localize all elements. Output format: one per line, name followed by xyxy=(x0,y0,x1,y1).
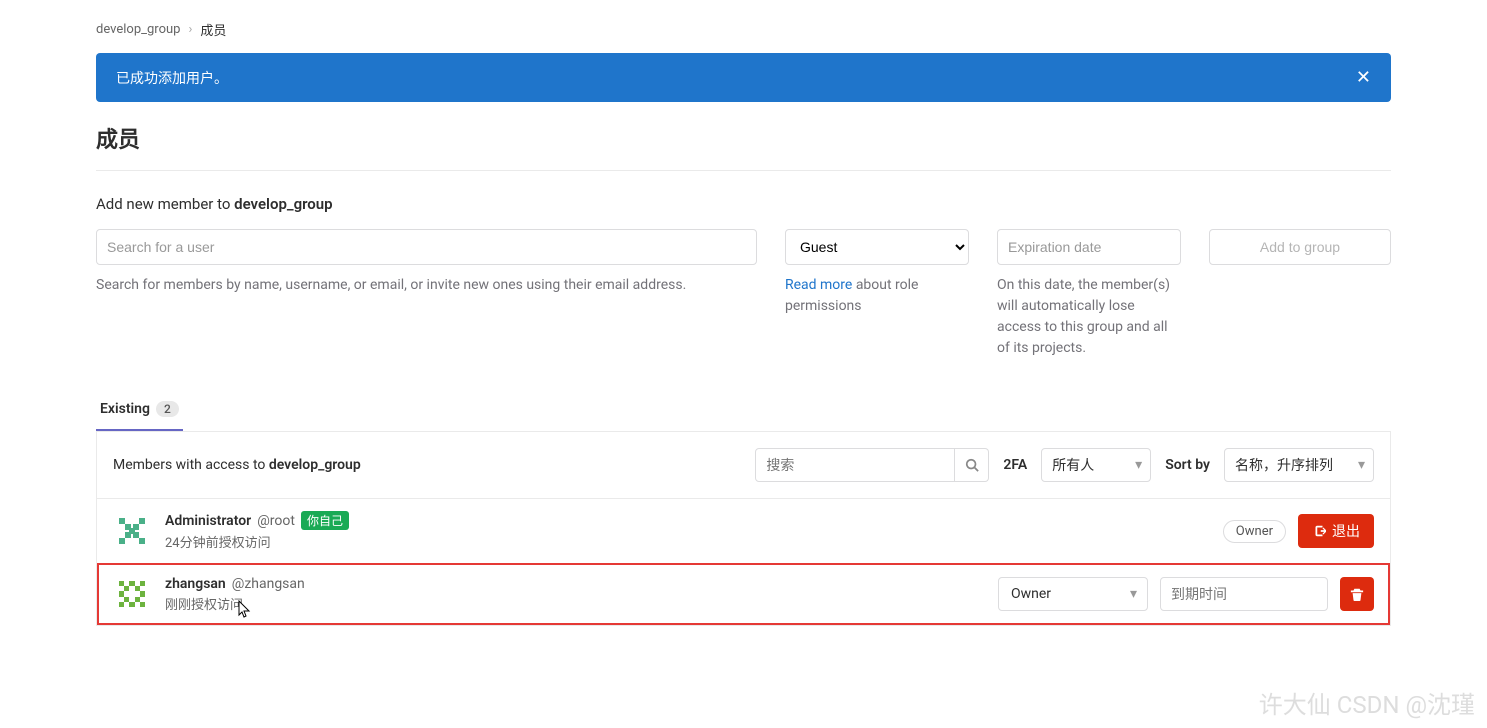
member-handle: @zhangsan xyxy=(232,576,305,592)
watermark: 许大仙 CSDN @沈瑾 xyxy=(1259,685,1475,720)
page-title: 成员 xyxy=(96,122,1391,154)
tab-count-badge: 2 xyxy=(156,401,179,417)
sort-dropdown[interactable]: 名称，升序排列 ▾ xyxy=(1224,448,1374,482)
date-help: On this date, the member(s) will automat… xyxy=(997,275,1181,359)
members-panel: Members with access to develop_group 2FA… xyxy=(96,432,1391,626)
member-role-dropdown[interactable]: Owner ▾ xyxy=(998,577,1148,611)
chevron-down-icon: ▾ xyxy=(1130,586,1137,602)
member-name[interactable]: zhangsan xyxy=(165,576,226,592)
tabs: Existing 2 xyxy=(96,389,1391,432)
chevron-down-icon: ▾ xyxy=(1135,457,1142,473)
add-member-label: Add new member to develop_group xyxy=(96,195,1391,213)
leave-button[interactable]: 退出 xyxy=(1298,514,1374,548)
member-expiration-input[interactable] xyxy=(1160,577,1328,611)
trash-icon xyxy=(1350,587,1364,601)
add-member-row: Search for members by name, username, or… xyxy=(96,229,1391,359)
avatar[interactable] xyxy=(113,575,151,613)
remove-member-button[interactable] xyxy=(1340,577,1374,611)
divider xyxy=(96,170,1391,171)
chevron-right-icon: › xyxy=(188,22,192,37)
alert-message: 已成功添加用户。 xyxy=(116,68,228,88)
search-icon xyxy=(965,458,979,472)
search-help: Search for members by name, username, or… xyxy=(96,275,757,296)
avatar[interactable] xyxy=(113,512,151,550)
chevron-down-icon: ▾ xyxy=(1358,457,1365,473)
logout-icon xyxy=(1312,524,1326,538)
tab-label: Existing xyxy=(100,401,150,417)
twofa-dropdown[interactable]: 所有人 ▾ xyxy=(1041,448,1151,482)
members-search-input[interactable] xyxy=(755,448,955,482)
sortby-label: Sort by xyxy=(1165,457,1210,473)
breadcrumb-current: 成员 xyxy=(200,20,226,39)
member-name[interactable]: Administrator xyxy=(165,513,251,529)
members-search-button[interactable] xyxy=(955,448,989,482)
tab-existing[interactable]: Existing 2 xyxy=(96,389,183,431)
member-row-administrator: Administrator @root 你自己 24分钟前授权访问 Owner … xyxy=(97,499,1390,563)
success-alert: 已成功添加用户。 ✕ xyxy=(96,53,1391,102)
alert-close-button[interactable]: ✕ xyxy=(1356,67,1371,88)
members-search xyxy=(755,448,989,482)
member-row-zhangsan: zhangsan @zhangsan 刚刚授权访问 Owner ▾ xyxy=(97,563,1390,625)
breadcrumb: develop_group › 成员 xyxy=(96,20,1391,39)
member-handle: @root xyxy=(257,513,295,529)
role-select[interactable]: Guest xyxy=(785,229,969,265)
read-more-link[interactable]: Read more xyxy=(785,277,852,293)
role-help: Read more about role permissions xyxy=(785,275,969,317)
add-to-group-button[interactable]: Add to group xyxy=(1209,229,1391,265)
member-access-time: 刚刚授权访问 xyxy=(165,594,305,613)
expiration-date-input[interactable] xyxy=(997,229,1181,265)
search-user-input[interactable] xyxy=(96,229,757,265)
self-badge: 你自己 xyxy=(301,511,349,530)
twofa-label: 2FA xyxy=(1003,457,1027,473)
breadcrumb-parent[interactable]: develop_group xyxy=(96,22,180,37)
filter-bar: Members with access to develop_group 2FA… xyxy=(97,432,1390,499)
member-access-time: 24分钟前授权访问 xyxy=(165,532,349,551)
owner-badge: Owner xyxy=(1223,520,1286,543)
filter-label: Members with access to develop_group xyxy=(113,457,361,473)
close-icon: ✕ xyxy=(1356,67,1371,87)
